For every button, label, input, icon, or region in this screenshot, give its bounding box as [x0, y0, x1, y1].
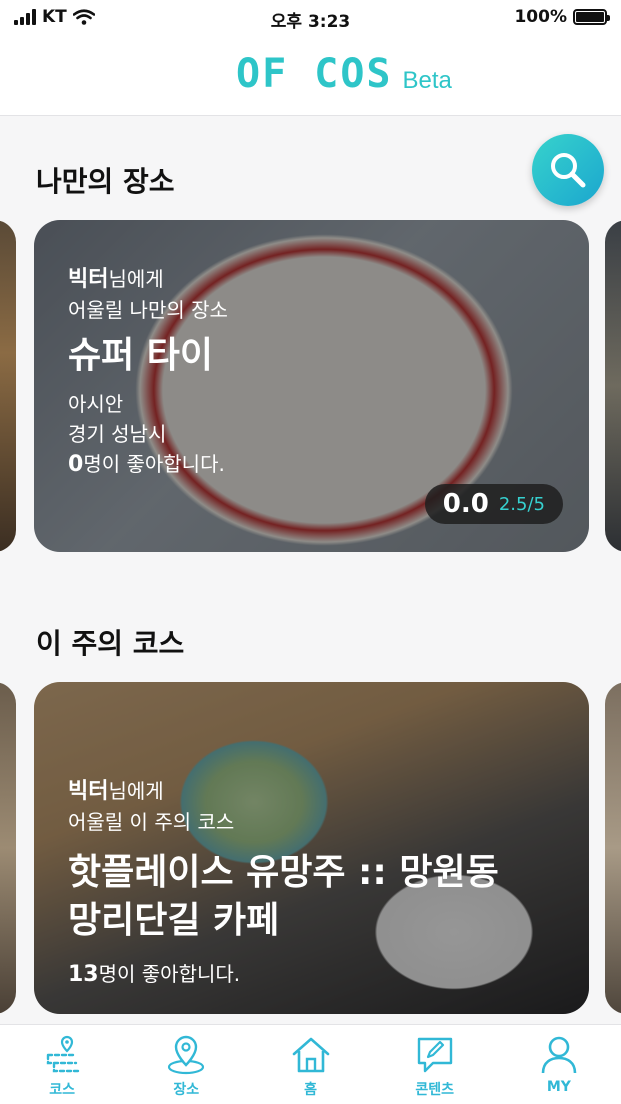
- tab-course-label: 코스: [49, 1082, 75, 1098]
- course-user-suffix: 님에게: [108, 779, 164, 803]
- content-edit-icon: [417, 1037, 452, 1073]
- tab-content[interactable]: 콘텐츠: [373, 1025, 497, 1104]
- next-course-peek[interactable]: [605, 682, 621, 1014]
- tab-my[interactable]: MY: [497, 1025, 621, 1104]
- status-bar: KT 오후 3:23 100%: [0, 0, 621, 36]
- user-icon: [541, 1036, 577, 1074]
- place-likes: 0명이 좋아합니다.: [68, 449, 228, 480]
- previous-course-peek[interactable]: [0, 682, 16, 1014]
- app-logo[interactable]: OF COS Beta: [236, 54, 452, 94]
- search-icon: [551, 153, 586, 188]
- weekly-course-carousel[interactable]: 빅터님에게 어울릴 이 주의 코스 핫플레이스 유망주 :: 망원동 망리단길 …: [0, 682, 621, 1016]
- place-name: 슈퍼 타이: [68, 335, 214, 376]
- logo-text: OF COS: [236, 51, 393, 97]
- course-subtitle: 어울릴 이 주의 코스: [68, 810, 235, 834]
- course-recommend-line: 빅터님에게: [68, 776, 538, 807]
- my-place-title: 나만의 장소: [36, 165, 175, 198]
- weekly-course-title: 이 주의 코스: [36, 627, 185, 660]
- previous-card-peek[interactable]: [0, 220, 16, 552]
- weekly-course-card[interactable]: 빅터님에게 어울릴 이 주의 코스 핫플레이스 유망주 :: 망원동 망리단길 …: [34, 682, 589, 1014]
- app-header: OF COS Beta: [0, 36, 621, 116]
- rating-detail: 2.5/5: [498, 493, 545, 515]
- tab-home-label: 홈: [304, 1082, 317, 1098]
- place-category: 아시안: [68, 392, 124, 416]
- course-user-name: 빅터: [68, 779, 109, 804]
- tab-course[interactable]: 코스: [0, 1025, 124, 1104]
- course-likes-count: 13: [68, 962, 99, 987]
- user-name: 빅터: [68, 267, 109, 292]
- course-likes: 13명이 좋아합니다.: [68, 959, 538, 990]
- tab-place-label: 장소: [173, 1082, 200, 1098]
- tab-place[interactable]: 장소: [124, 1025, 248, 1104]
- recommend-line: 빅터님에게: [68, 264, 228, 295]
- course-name: 핫플레이스 유망주 :: 망원동 망리단길 카페: [68, 852, 499, 941]
- battery-icon: [573, 9, 610, 25]
- my-place-carousel[interactable]: 빅터님에게 어울릴 나만의 장소 슈퍼 타이 아시안 경기 성남시 0명이 좋아…: [0, 220, 621, 554]
- tab-home[interactable]: 홈: [248, 1025, 372, 1104]
- weekly-course-card-text: 빅터님에게 어울릴 이 주의 코스 핫플레이스 유망주 :: 망원동 망리단길 …: [68, 776, 538, 990]
- user-suffix: 님에게: [108, 267, 164, 291]
- my-place-card-text: 빅터님에게 어울릴 나만의 장소 슈퍼 타이 아시안 경기 성남시 0명이 좋아…: [68, 264, 228, 480]
- course-likes-suffix: 명이 좋아합니다.: [98, 962, 241, 986]
- course-map-icon: [46, 1035, 80, 1073]
- rating-badge: 0.0 2.5/5: [424, 484, 563, 524]
- battery-percent: 100%: [514, 7, 567, 27]
- search-button[interactable]: [532, 134, 604, 206]
- place-subtitle: 어울릴 나만의 장소: [68, 298, 228, 322]
- rating-value: 0.0: [442, 489, 489, 519]
- logo-beta-label: Beta: [402, 67, 452, 94]
- bottom-tab-bar: 코스 장소 홈 콘텐츠 MY: [0, 1024, 621, 1104]
- home-icon: [292, 1037, 329, 1073]
- likes-count: 0: [68, 452, 84, 477]
- likes-suffix: 명이 좋아합니다.: [83, 452, 225, 476]
- place-location: 경기 성남시: [68, 422, 167, 446]
- location-pin-icon: [168, 1035, 205, 1075]
- my-place-card[interactable]: 빅터님에게 어울릴 나만의 장소 슈퍼 타이 아시안 경기 성남시 0명이 좋아…: [34, 220, 589, 552]
- tab-my-label: MY: [546, 1079, 571, 1095]
- tab-content-label: 콘텐츠: [415, 1082, 455, 1098]
- status-right: 100%: [514, 7, 610, 27]
- next-card-peek[interactable]: [605, 220, 621, 552]
